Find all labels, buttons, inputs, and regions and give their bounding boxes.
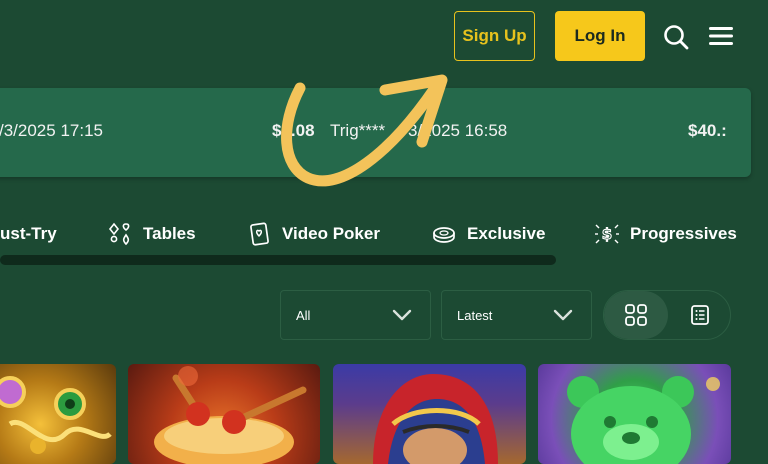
category-label: Exclusive xyxy=(467,224,546,243)
gummy-bear-thumbnail xyxy=(567,376,720,464)
grid-view-button[interactable] xyxy=(604,291,668,339)
top-header: Sign Up Log In xyxy=(0,0,768,76)
svg-text:$: $ xyxy=(602,225,612,243)
dollar-sparkle-icon: $ xyxy=(595,224,619,244)
ticker-amount: $40.: xyxy=(688,121,727,140)
game-tile[interactable] xyxy=(128,364,320,464)
chevron-down-icon xyxy=(553,309,573,321)
category-bar: ust-Try Tables Video Poker Exclusive $ P… xyxy=(0,212,768,256)
ticker-user: Trig**** xyxy=(330,121,386,140)
video-poker-icon xyxy=(250,222,269,246)
sort-select-value: Latest xyxy=(457,308,493,323)
sort-select[interactable]: Latest xyxy=(441,290,592,340)
ticker-date: 3/2025 16:58 xyxy=(408,121,508,140)
category-progressives[interactable]: $ Progressives xyxy=(594,212,737,256)
category-video-poker[interactable]: Video Poker xyxy=(248,212,380,256)
game-tile[interactable] xyxy=(333,364,526,464)
fortune-teller-thumbnail xyxy=(373,374,498,464)
game-tile[interactable] xyxy=(0,364,116,464)
golden-mask-thumbnail xyxy=(0,376,112,454)
category-must-try[interactable]: ust-Try xyxy=(0,212,57,256)
category-label: ust-Try xyxy=(0,224,57,243)
drum-thumbnail xyxy=(154,366,307,464)
category-exclusive[interactable]: Exclusive xyxy=(431,212,545,256)
list-view-button[interactable] xyxy=(668,291,730,339)
list-view-icon xyxy=(691,305,709,325)
recent-wins-ticker: /3/2025 17:15 $0.08 Trig**** 3/2025 16:5… xyxy=(0,88,751,177)
category-label: Progressives xyxy=(630,224,737,243)
category-label: Video Poker xyxy=(282,224,380,243)
provider-select-value: All xyxy=(296,308,311,323)
log-in-button[interactable]: Log In xyxy=(555,11,645,61)
cards-icon xyxy=(108,222,130,246)
hamburger-menu-icon[interactable] xyxy=(708,25,734,47)
search-icon[interactable] xyxy=(663,24,689,50)
ticker-amount: $0.08 xyxy=(272,121,315,140)
provider-select[interactable]: All xyxy=(280,290,431,340)
chip-icon xyxy=(433,227,455,243)
sign-up-button[interactable]: Sign Up xyxy=(454,11,535,61)
category-scrollbar-thumb[interactable] xyxy=(0,255,556,265)
game-tile[interactable] xyxy=(538,364,731,464)
category-tables[interactable]: Tables xyxy=(107,212,196,256)
ticker-date: /3/2025 17:15 xyxy=(0,121,103,140)
view-toggle xyxy=(603,290,731,340)
category-label: Tables xyxy=(143,224,196,243)
grid-view-icon xyxy=(625,304,647,326)
chevron-down-icon xyxy=(392,309,412,321)
